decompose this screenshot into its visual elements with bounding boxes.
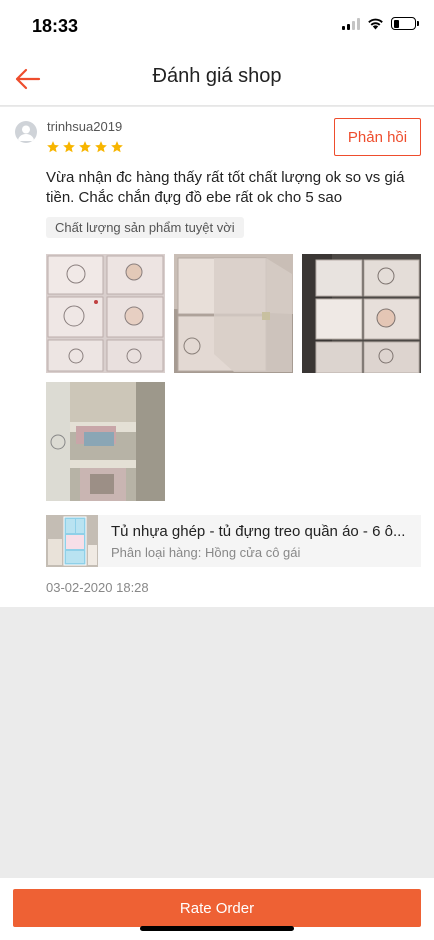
star-icon [63, 141, 75, 153]
reply-button[interactable]: Phản hồi [334, 118, 421, 156]
status-icons [342, 17, 419, 30]
page-title: Đánh giá shop [152, 65, 282, 87]
avatar[interactable] [15, 121, 37, 143]
review-date: 03-02-2020 18:28 [46, 580, 149, 595]
header: Đánh giá shop [0, 52, 434, 106]
review-tag: Chất lượng sản phẩm tuyệt vời [46, 217, 244, 238]
wifi-icon [368, 18, 383, 30]
product-card[interactable]: Tủ nhựa ghép - tủ đựng treo quần áo - 6 … [46, 515, 421, 567]
cellular-signal-icon [342, 17, 360, 30]
battery-level [393, 19, 399, 28]
review-card: trinhsua2019 Phản hồi Vừa nhận đc hàng t… [0, 107, 434, 607]
product-name: Tủ nhựa ghép - tủ đựng treo quần áo - 6 … [111, 523, 406, 540]
product-variant: Phân loại hàng: Hồng cửa cô gái [111, 545, 301, 560]
star-icon [111, 141, 123, 153]
star-icon [95, 141, 107, 153]
battery-icon [391, 17, 419, 30]
review-text: Vừa nhận đc hàng thấy rất tốt chất lượng… [46, 169, 405, 206]
star-icon [47, 141, 59, 153]
star-icon [79, 141, 91, 153]
user-avatar-icon [18, 125, 34, 141]
home-indicator [140, 926, 294, 931]
rate-order-button[interactable]: Rate Order [13, 889, 421, 927]
review-photo-2[interactable] [174, 254, 293, 373]
status-time: 18:33 [32, 16, 79, 36]
username: trinhsua2019 [47, 119, 123, 134]
review-photo-1[interactable] [46, 254, 165, 373]
star-rating [46, 140, 124, 154]
product-thumbnail [46, 515, 98, 567]
status-bar: 18:33 [0, 0, 434, 52]
review-photo-4[interactable] [46, 382, 165, 501]
review-photo-3[interactable] [302, 254, 421, 373]
